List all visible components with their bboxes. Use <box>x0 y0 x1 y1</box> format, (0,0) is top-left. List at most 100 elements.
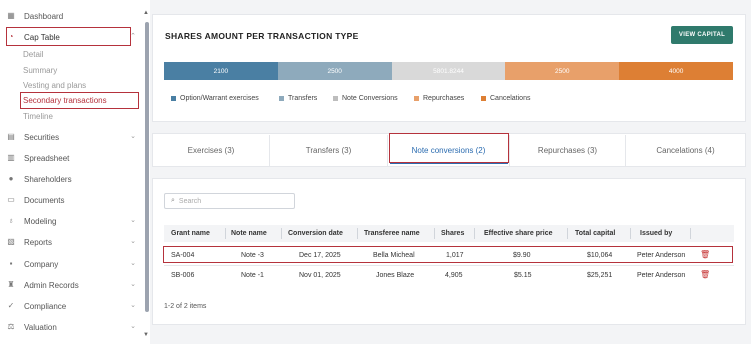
col-header-total-capital[interactable]: Total capital <box>575 230 615 237</box>
sidebar-item-label: Dashboard <box>24 11 64 21</box>
highlight-box <box>20 92 139 109</box>
shares-stacked-bar: 2100 2500 5801.8244 2500 4000 <box>164 62 733 80</box>
tab-exercises[interactable]: Exercises (3) <box>153 135 270 166</box>
cell-note-name: Note -1 <box>241 272 264 279</box>
legend-swatch <box>414 96 419 101</box>
legend-swatch <box>279 96 284 101</box>
sidebar-item-compliance[interactable]: ✓ Compliance ⌄ <box>6 297 142 315</box>
bar-segment: 2100 <box>164 62 278 80</box>
valuation-icon: ⚖ <box>7 322 15 331</box>
spreadsheet-icon: ▥ <box>7 153 15 162</box>
highlight-box <box>6 27 131 46</box>
column-divider <box>281 228 282 239</box>
sidebar-subitem-vesting[interactable]: Vesting and plans <box>23 81 86 90</box>
sidebar-item-valuation[interactable]: ⚖ Valuation ⌄ <box>6 318 142 336</box>
cell-conversion-date: Nov 01, 2025 <box>299 272 341 279</box>
tab-transfers[interactable]: Transfers (3) <box>270 135 388 166</box>
lightbulb-icon: ♁ <box>8 216 14 225</box>
legend-label: Repurchases <box>423 95 465 102</box>
cell-total-capital: $25,251 <box>587 272 613 279</box>
column-divider <box>474 228 475 239</box>
sidebar-item-label: Spreadsheet <box>24 153 70 163</box>
col-header-note-name[interactable]: Note name <box>231 230 267 237</box>
chevron-down-icon: ⌄ <box>130 323 136 330</box>
column-divider <box>690 228 691 239</box>
col-header-shares[interactable]: Shares <box>441 230 464 237</box>
sidebar-item-label: Valuation <box>24 322 57 332</box>
col-header-issued-by[interactable]: Issued by <box>640 230 672 237</box>
summary-title: SHARES AMOUNT PER TRANSACTION TYPE <box>165 31 359 41</box>
sidebar-item-securities[interactable]: ▤ Securities ⌄ <box>6 128 142 146</box>
pagination-info: 1-2 of 2 items <box>164 303 207 310</box>
chevron-down-icon: ⌄ <box>130 260 136 267</box>
sidebar-item-label: Company <box>24 259 59 269</box>
legend-swatch <box>333 96 338 101</box>
sidebar-scrollbar[interactable] <box>145 22 149 312</box>
tab-cancelations[interactable]: Cancelations (4) <box>626 135 745 166</box>
scroll-down-arrow[interactable]: ▼ <box>143 332 149 338</box>
legend-item: Repurchases <box>414 95 464 102</box>
chevron-down-icon: ⌄ <box>130 217 136 224</box>
highlight-box <box>163 246 733 263</box>
tab-repurchases[interactable]: Repurchases (3) <box>510 135 626 166</box>
legend-label: Transfers <box>288 95 318 102</box>
sidebar-item-reports[interactable]: ▧ Reports ⌄ <box>6 233 142 251</box>
sidebar-item-label: Modeling <box>24 216 57 226</box>
search-icon: ⌕ <box>171 197 175 204</box>
legend-item: Note Conversions <box>333 95 398 102</box>
sidebar-item-documents[interactable]: ▭ Documents <box>6 191 142 209</box>
search-placeholder: Search <box>178 197 202 205</box>
sidebar-item-admin-records[interactable]: ♜ Admin Records ⌄ <box>6 276 142 294</box>
chevron-down-icon: ⌄ <box>130 238 136 245</box>
highlight-box <box>389 133 509 163</box>
scroll-up-arrow[interactable]: ▲ <box>143 10 149 16</box>
trash-icon[interactable]: 🗑 <box>700 270 710 279</box>
sidebar-item-label: Securities <box>24 132 60 142</box>
sidebar-item-label: Compliance <box>24 301 67 311</box>
search-input[interactable]: ⌕ Search <box>164 193 295 209</box>
sidebar-subitem-detail[interactable]: Detail <box>23 50 43 59</box>
row-divider <box>164 265 734 266</box>
legend-label: Cancelations <box>490 95 531 102</box>
column-divider <box>630 228 631 239</box>
sidebar-item-label: Documents <box>24 195 65 205</box>
legend-label: Option/Warrant exercises <box>180 95 259 102</box>
col-header-conversion-date[interactable]: Conversion date <box>288 230 343 237</box>
sidebar-item-shareholders[interactable]: ● Shareholders <box>6 170 142 188</box>
sidebar-item-dashboard[interactable]: ▦ Dashboard <box>6 7 142 25</box>
dashboard-icon: ▦ <box>7 11 15 20</box>
sidebar-item-spreadsheet[interactable]: ▥ Spreadsheet <box>6 149 142 167</box>
column-divider <box>567 228 568 239</box>
column-divider <box>225 228 226 239</box>
cell-grant-name: SB-006 <box>171 272 195 279</box>
legend-label: Note Conversions <box>342 95 398 102</box>
col-header-grant-name[interactable]: Grant name <box>171 230 210 237</box>
sidebar-subitem-timeline[interactable]: Timeline <box>23 112 53 121</box>
legend-item: Option/Warrant exercises <box>171 95 259 102</box>
bar-segment: 4000 <box>619 62 733 80</box>
chevron-down-icon: ⌄ <box>130 281 136 288</box>
sidebar-item-label: Admin Records <box>24 280 79 290</box>
legend-swatch <box>481 96 486 101</box>
admin-icon: ♜ <box>7 280 15 289</box>
cell-transferee-name: Jones Blaze <box>376 272 415 279</box>
sidebar-subitem-summary[interactable]: Summary <box>23 66 57 75</box>
col-header-effective-share-price[interactable]: Effective share price <box>484 230 552 237</box>
legend-item: Cancelations <box>481 95 530 102</box>
sidebar-item-label: Reports <box>24 237 53 247</box>
bar-segment: 2500 <box>277 62 392 80</box>
cell-share-price: $5.15 <box>514 272 532 279</box>
bar-segment: 5801.8244 <box>391 62 506 80</box>
sidebar-item-company[interactable]: ▪ Company ⌄ <box>6 255 142 273</box>
chevron-down-icon: ⌄ <box>130 302 136 309</box>
reports-icon: ▧ <box>7 237 15 246</box>
sidebar-item-modeling[interactable]: ♁ Modeling ⌄ <box>6 212 142 230</box>
col-header-transferee-name[interactable]: Transferee name <box>364 230 420 237</box>
cell-shares: 4,905 <box>445 272 463 279</box>
person-icon: ● <box>8 174 14 183</box>
chevron-down-icon: ⌄ <box>130 133 136 140</box>
chevron-up-icon: ⌃ <box>130 33 136 40</box>
legend-swatch <box>171 96 176 101</box>
view-capital-button[interactable]: VIEW CAPITAL <box>671 26 733 44</box>
column-divider <box>357 228 358 239</box>
